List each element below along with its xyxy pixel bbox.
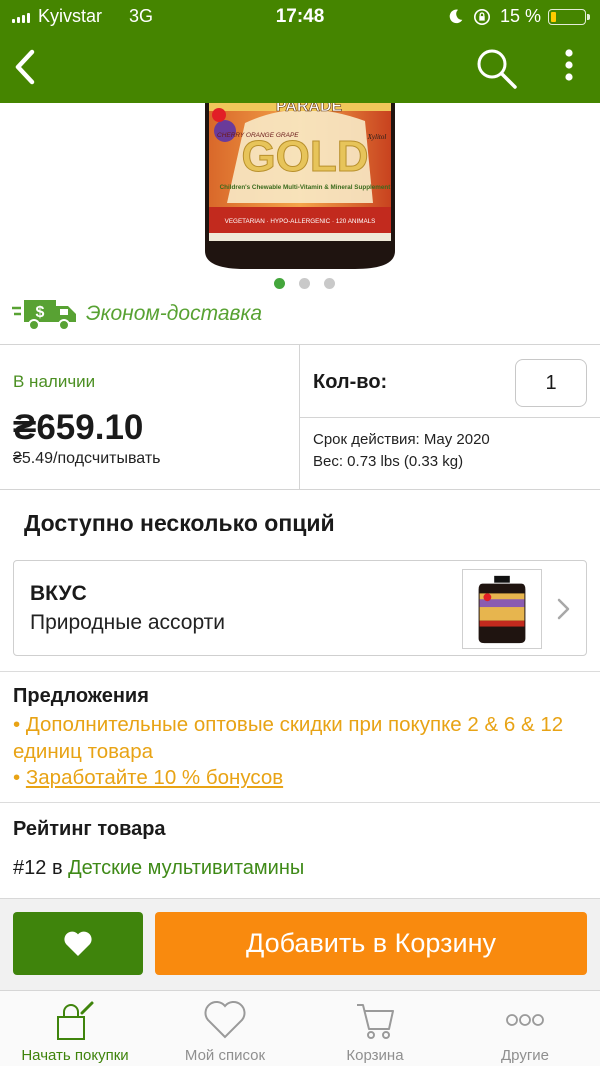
add-to-wishlist-button[interactable] <box>13 912 143 975</box>
tab-label: Начать покупки <box>21 1047 129 1064</box>
rank-in: в <box>51 857 63 879</box>
heart-outline-icon <box>204 1001 246 1039</box>
more-vertical-icon[interactable] <box>552 44 586 92</box>
offer-bullet: • <box>13 766 21 789</box>
battery-icon <box>548 9 590 25</box>
chevron-right-icon <box>557 598 570 620</box>
offer-bonus: • Заработайте 10 % бонусов <box>13 764 588 791</box>
tab-more[interactable]: Другие <box>450 991 600 1066</box>
expiry-date: Срок действия: May 2020 <box>313 431 490 448</box>
stock-status: В наличии <box>13 372 96 391</box>
divider <box>300 417 600 418</box>
rank-category-link[interactable]: Детские мультивитамины <box>68 857 304 879</box>
flavor-option-card[interactable]: ВКУС Природные ассорти <box>13 560 587 656</box>
tab-bar: Начать покупки Мой список Корзина Другие <box>0 990 600 1066</box>
quantity-label: Кол-во: <box>313 371 388 393</box>
tab-wishlist[interactable]: Мой список <box>150 991 300 1066</box>
description-text: Children's Chewable Multi-Vitamin & Mine… <box>220 184 392 191</box>
more-horizontal-icon <box>506 1014 544 1026</box>
carousel-dot[interactable] <box>299 278 310 289</box>
product-price: ₴659.10 <box>13 408 144 447</box>
search-icon[interactable] <box>472 44 522 92</box>
tab-cart[interactable]: Корзина <box>300 991 450 1066</box>
rating-title: Рейтинг товара <box>13 818 166 840</box>
battery-percentage: 15 % <box>500 6 542 26</box>
flavor-value: Природные ассорти <box>30 611 226 634</box>
app-bar <box>0 34 600 103</box>
product-image[interactable]: PARADE CHERRY ORANGE GRAPE GOLD Children… <box>205 103 395 269</box>
shopping-bag-icon <box>57 1001 94 1040</box>
unit-price: ₴5.49/подсчитывать <box>13 450 161 467</box>
tab-label: Другие <box>500 1047 550 1064</box>
price-panel: В наличии ₴659.10 ₴5.49/подсчитывать <box>0 345 300 489</box>
moon-icon <box>449 9 463 24</box>
delivery-info: $ Эконом-доставка <box>12 296 262 332</box>
top-bar: Kyivstar 3G 17:48 15 % <box>0 0 600 103</box>
divider <box>0 802 600 803</box>
price-quantity-section: В наличии ₴659.10 ₴5.49/подсчитывать Кол… <box>0 344 600 490</box>
add-to-cart-button[interactable]: Добавить в Корзину <box>155 912 587 975</box>
offer-bonus-link[interactable]: Заработайте 10 % бонусов <box>26 766 283 789</box>
offer-bulk-discount-text: Дополнительные оптовые скидки при покупк… <box>13 713 564 763</box>
tab-label: Мой список <box>184 1047 266 1064</box>
offer-bullet: • <box>13 713 21 736</box>
delivery-label: Эконом-доставка <box>86 302 263 325</box>
tab-shop[interactable]: Начать покупки <box>0 991 150 1066</box>
action-bar: Добавить в Корзину <box>0 898 600 990</box>
quantity-field[interactable]: 1 <box>515 359 587 407</box>
chevron-left-icon[interactable] <box>6 42 46 92</box>
status-bar: Kyivstar 3G 17:48 15 % <box>0 0 600 34</box>
rotation-lock-icon <box>473 8 491 26</box>
delivery-truck-icon: $ <box>12 300 76 331</box>
flavor-label: ВКУС <box>30 582 87 605</box>
carousel-dot[interactable] <box>324 278 335 289</box>
rating-rank: #12 в Детские мультивитамины <box>13 857 304 880</box>
brand-text: PARADE <box>276 103 343 115</box>
gold-text: GOLD <box>241 132 368 181</box>
heart-icon <box>64 931 92 956</box>
band-text: VEGETARIAN · HYPO-ALLERGENIC · 120 ANIMA… <box>225 218 376 225</box>
rank-number: #12 <box>13 857 47 879</box>
cart-icon <box>357 1004 394 1039</box>
svg-text:$: $ <box>36 304 45 321</box>
divider <box>0 671 600 672</box>
carousel-dot[interactable] <box>274 278 285 289</box>
brand-mark: Xylitol <box>367 133 387 141</box>
offers-title: Предложения <box>13 685 149 707</box>
offer-bulk-discount[interactable]: • Дополнительные оптовые скидки при поку… <box>13 711 588 765</box>
product-weight: Вес: 0.73 lbs (0.33 kg) <box>313 453 464 470</box>
options-title: Доступно несколько опций <box>24 510 335 536</box>
option-thumbnail <box>462 569 542 649</box>
carousel-indicator[interactable] <box>274 278 335 289</box>
tab-label: Корзина <box>346 1047 404 1064</box>
